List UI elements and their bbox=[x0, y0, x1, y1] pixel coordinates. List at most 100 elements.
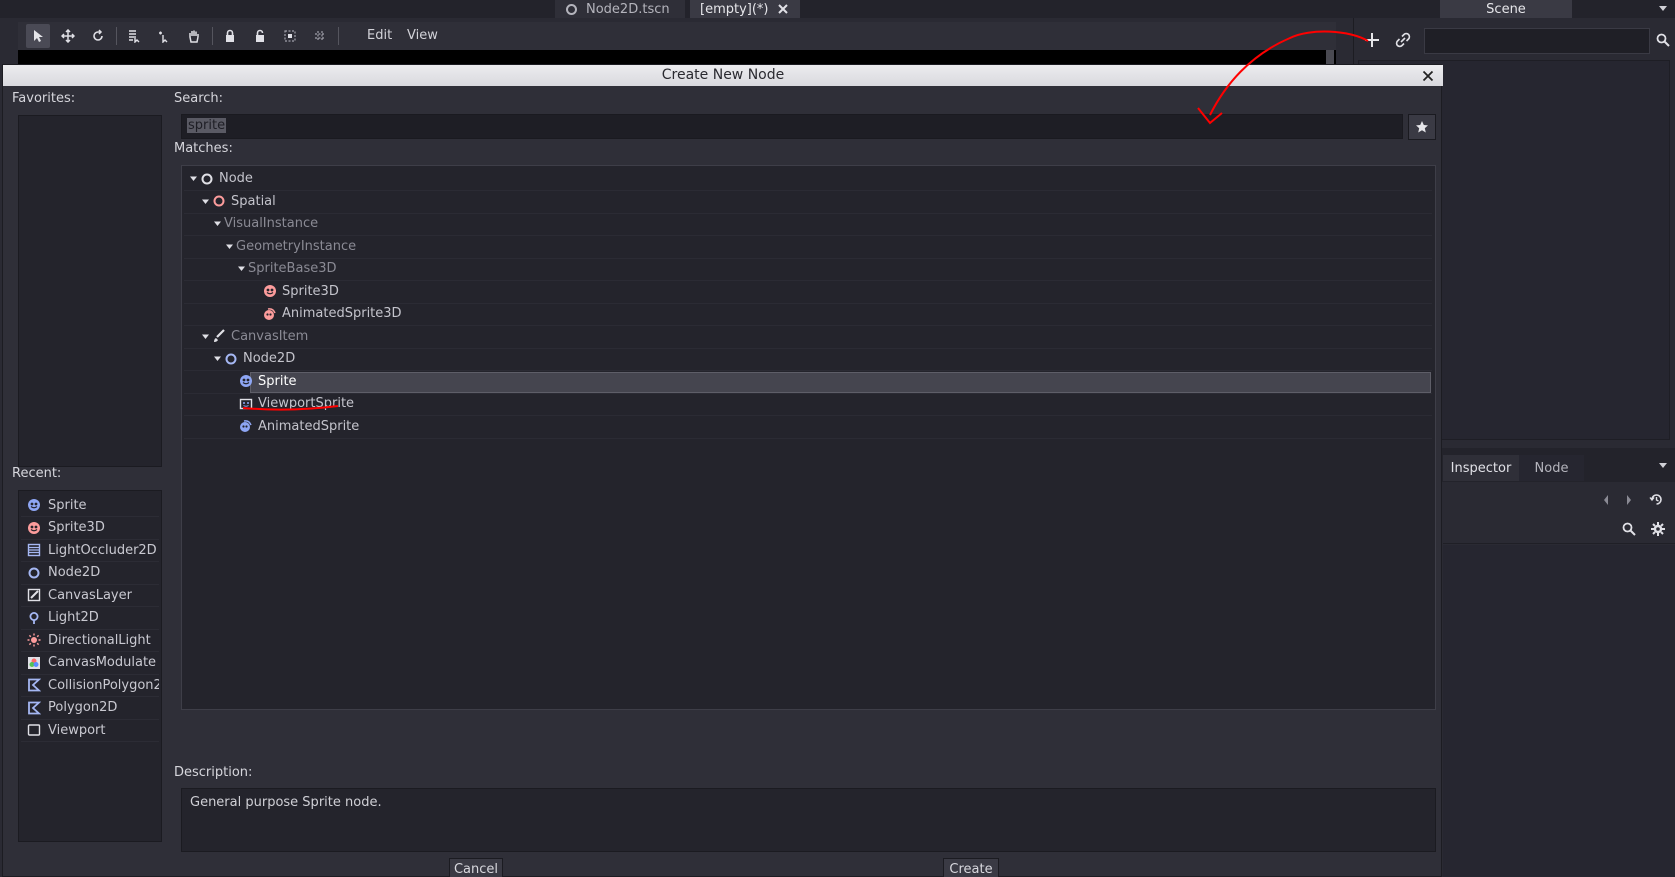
scene-dock-tab[interactable]: Scene bbox=[1440, 0, 1572, 18]
expand-arrow-icon[interactable] bbox=[189, 174, 198, 183]
pan-icon[interactable] bbox=[182, 24, 206, 48]
matches-tree[interactable]: Node Spatial VisualInstance GeometryInstanc… bbox=[181, 165, 1436, 710]
sprite3d-icon bbox=[27, 521, 41, 535]
recent-item[interactable]: CanvasModulate bbox=[27, 652, 159, 674]
tree-row[interactable]: Spatial bbox=[184, 191, 1432, 214]
tree-node-label: Sprite3D bbox=[282, 283, 339, 299]
recent-item-label: Polygon2D bbox=[48, 700, 118, 715]
expand-arrow-icon[interactable] bbox=[237, 264, 246, 273]
tree-row[interactable]: Sprite3D bbox=[184, 281, 1432, 304]
search-icon[interactable] bbox=[1622, 522, 1636, 536]
scene-filter-input[interactable] bbox=[1424, 28, 1650, 54]
tree-node-label: Node2D bbox=[243, 351, 296, 366]
canvas-viewport[interactable] bbox=[18, 50, 1336, 64]
recent-item[interactable]: CanvasLayer bbox=[27, 584, 159, 606]
unlock-icon[interactable] bbox=[248, 24, 272, 48]
tab-inspector[interactable]: Inspector bbox=[1443, 455, 1519, 481]
pivot-icon[interactable] bbox=[152, 24, 176, 48]
favorite-button[interactable] bbox=[1408, 114, 1436, 140]
toolbar-separator bbox=[212, 27, 213, 45]
scene-tab-empty[interactable]: [empty](*) bbox=[690, 0, 800, 18]
scene-tab-node2d[interactable]: Node2D.tscn bbox=[555, 0, 685, 18]
add-node-icon[interactable] bbox=[1363, 31, 1381, 49]
tree-row[interactable]: AnimatedSprite bbox=[184, 416, 1432, 439]
tree-node-label: ViewportSprite bbox=[258, 396, 355, 411]
recent-item-label: Sprite3D bbox=[48, 520, 105, 535]
tree-row[interactable]: CanvasItem bbox=[184, 326, 1432, 349]
tree-row[interactable]: VisualInstance bbox=[184, 213, 1432, 236]
rotate-icon[interactable] bbox=[86, 24, 110, 48]
tree-node-label: Sprite bbox=[258, 373, 297, 389]
tab-node[interactable]: Node bbox=[1519, 455, 1584, 481]
history-icon[interactable] bbox=[1649, 492, 1664, 507]
tree-row-content: ViewportSprite bbox=[225, 396, 354, 411]
tree-row[interactable]: Node2D bbox=[184, 348, 1432, 371]
canvas-item-icon bbox=[212, 329, 226, 343]
tree-row-content: AnimatedSprite3D bbox=[249, 306, 402, 321]
create-node-dialog: Create New Node Favorites: Recent: Sprit… bbox=[2, 64, 1443, 877]
edit-menu[interactable]: Edit bbox=[367, 28, 392, 43]
recent-item[interactable]: Light2D bbox=[27, 607, 159, 629]
expand-arrow-icon[interactable] bbox=[201, 197, 210, 206]
recent-item[interactable]: DirectionalLight bbox=[27, 629, 159, 651]
recent-item-label: Viewport bbox=[48, 722, 106, 738]
lock-icon[interactable] bbox=[218, 24, 242, 48]
chevron-down-icon[interactable] bbox=[1657, 460, 1669, 470]
recent-item[interactable]: Sprite3D bbox=[27, 517, 159, 539]
close-icon[interactable] bbox=[1419, 67, 1437, 85]
recent-item-label: LightOccluder2D bbox=[48, 542, 157, 558]
recent-item[interactable]: CollisionPolygon2 bbox=[27, 674, 159, 696]
tree-row[interactable]: SpriteBase3D bbox=[184, 258, 1432, 281]
move-icon[interactable] bbox=[56, 24, 80, 48]
chevron-down-icon[interactable] bbox=[1657, 3, 1669, 13]
recent-item-label: Light2D bbox=[48, 610, 99, 625]
cancel-button[interactable]: Cancel bbox=[449, 858, 503, 877]
link-icon[interactable] bbox=[1395, 32, 1411, 48]
search-input[interactable]: sprite bbox=[181, 114, 1403, 139]
recent-item[interactable]: LightOccluder2D bbox=[27, 539, 159, 561]
recent-list[interactable]: Sprite Sprite3D LightOccluder2D Node2D Canva… bbox=[18, 490, 162, 842]
tree-row[interactable]: Node bbox=[184, 168, 1432, 191]
favorites-label: Favorites: bbox=[12, 91, 76, 106]
description-text: General purpose Sprite node. bbox=[190, 795, 382, 810]
tree-row-selected[interactable]: Sprite bbox=[184, 371, 1432, 394]
tree-row[interactable]: AnimatedSprite3D bbox=[184, 303, 1432, 326]
expand-arrow-icon[interactable] bbox=[201, 332, 210, 341]
expand-arrow-icon[interactable] bbox=[213, 219, 222, 228]
select-icon[interactable] bbox=[26, 24, 50, 48]
gear-icon[interactable] bbox=[1650, 521, 1666, 537]
toolbar-separator bbox=[116, 27, 117, 45]
viewport-scrollbar[interactable] bbox=[1326, 50, 1334, 64]
description-box: General purpose Sprite node. bbox=[181, 788, 1436, 852]
matches-label: Matches: bbox=[174, 141, 233, 156]
create-button[interactable]: Create bbox=[943, 858, 999, 877]
inspector-tools-bar bbox=[1443, 514, 1675, 544]
search-icon[interactable] bbox=[1656, 33, 1670, 47]
arrow-left-icon[interactable] bbox=[1601, 493, 1611, 507]
tree-node-label: CanvasItem bbox=[231, 328, 309, 344]
tree-row-content: AnimatedSprite bbox=[225, 419, 359, 434]
directional-light-icon bbox=[27, 633, 41, 647]
arrow-right-icon[interactable] bbox=[1624, 493, 1634, 507]
favorites-list[interactable] bbox=[18, 115, 162, 467]
ungroup-icon[interactable] bbox=[308, 24, 332, 48]
tree-node-label: VisualInstance bbox=[224, 216, 319, 231]
expand-arrow-icon[interactable] bbox=[225, 242, 234, 251]
expand-arrow-icon[interactable] bbox=[213, 354, 222, 363]
recent-item[interactable]: Sprite bbox=[27, 494, 159, 516]
tree-row-content: Node bbox=[189, 171, 253, 186]
inspector-panel bbox=[1443, 545, 1675, 877]
close-icon[interactable] bbox=[777, 3, 789, 15]
spatial-icon bbox=[212, 194, 226, 208]
list-select-icon[interactable] bbox=[122, 24, 146, 48]
recent-item[interactable]: Viewport bbox=[27, 719, 159, 741]
tree-row[interactable]: GeometryInstance bbox=[184, 236, 1432, 259]
recent-item[interactable]: Polygon2D bbox=[27, 697, 159, 719]
tree-row[interactable]: ViewportSprite bbox=[184, 393, 1432, 416]
recent-item[interactable]: Node2D bbox=[27, 562, 159, 584]
tree-row-content: Node2D bbox=[213, 351, 295, 366]
view-menu[interactable]: View bbox=[407, 28, 438, 43]
group-icon[interactable] bbox=[278, 24, 302, 48]
editor-top-bar bbox=[0, 0, 1675, 18]
toolbar-separator bbox=[338, 27, 339, 45]
